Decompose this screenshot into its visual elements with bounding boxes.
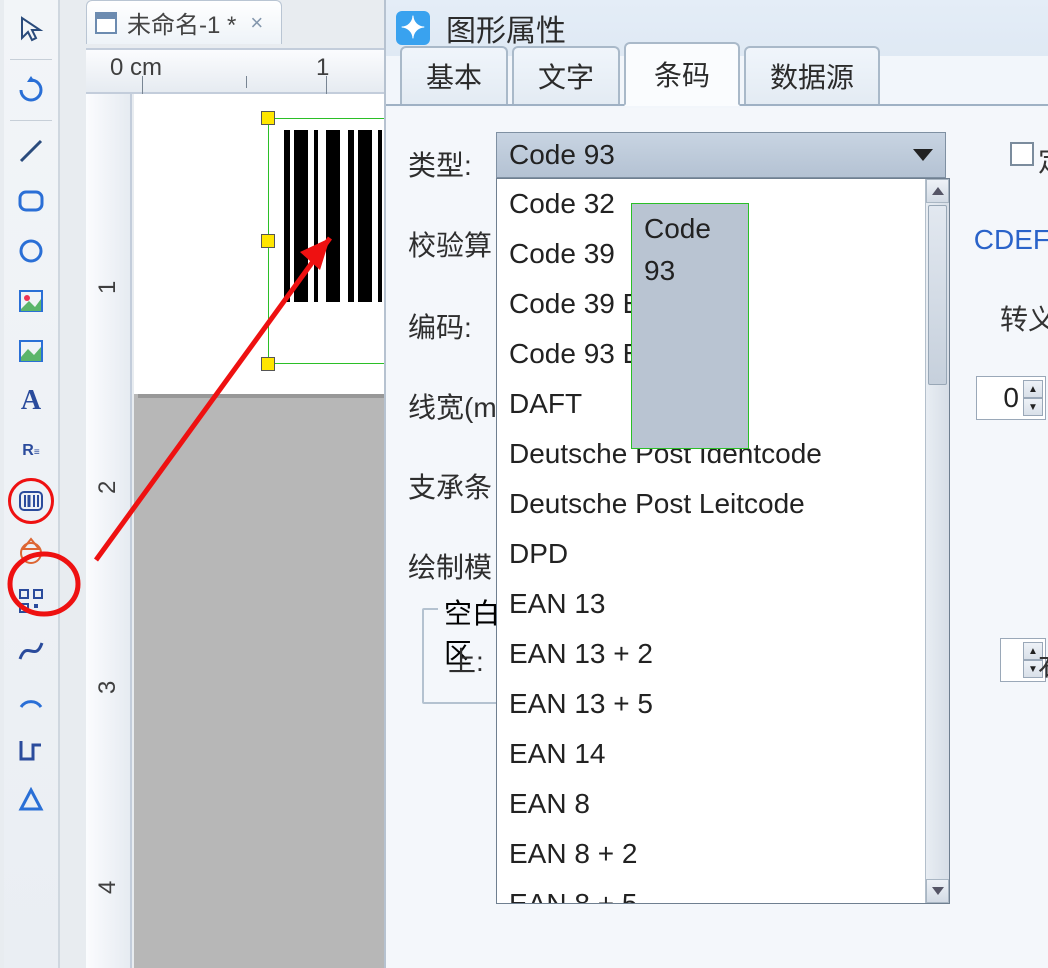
richtext-tool[interactable]: R≡ [8, 428, 54, 474]
toolbar-separator [10, 59, 52, 60]
line-tool[interactable] [8, 128, 54, 174]
resize-handle[interactable] [261, 357, 275, 371]
type-option[interactable]: DPD [497, 529, 949, 579]
ellipse-tool[interactable] [8, 228, 54, 274]
type-option-selected[interactable]: Code 93 [631, 203, 749, 449]
ruler-v-mark: 2 [94, 481, 122, 494]
ruler-v-mark: 4 [94, 881, 122, 894]
shape-tool[interactable] [8, 528, 54, 574]
spinner-down[interactable]: ▼ [1023, 398, 1043, 416]
label-checksum: 校验算 [408, 224, 492, 264]
resize-handle[interactable] [261, 111, 275, 125]
document-tab[interactable]: 未命名-1 * × [86, 0, 282, 44]
custom-checkbox[interactable] [1010, 142, 1034, 166]
type-option[interactable]: EAN 8 [497, 779, 949, 829]
label-encoding: 编码: [408, 306, 472, 346]
type-combo[interactable]: Code 93 [496, 132, 946, 178]
curve-tool[interactable] [8, 628, 54, 674]
spinner-value: 0 [1003, 382, 1019, 414]
ruler-h-mark: 1 [316, 54, 329, 82]
type-option[interactable]: EAN 13 [497, 579, 949, 629]
ruler-origin-label: 0 cm [110, 54, 162, 82]
panel-tabs: 基本 文字 条码 数据源 [386, 56, 1048, 106]
selection-box [268, 118, 386, 364]
type-option[interactable]: EAN 14 [497, 729, 949, 779]
text-cdef-fragment: CDEF [974, 224, 1048, 256]
type-option[interactable]: EAN 8 + 2 [497, 829, 949, 879]
scroll-up-button[interactable] [926, 179, 949, 203]
label-right-fragment: 右 [1038, 644, 1048, 684]
toolbar-separator [10, 120, 52, 121]
spinner-up[interactable]: ▲ [1023, 380, 1043, 398]
image-tool[interactable] [8, 278, 54, 324]
picture-tool[interactable] [8, 328, 54, 374]
ruler-v-mark: 3 [94, 681, 122, 694]
rounded-rect-tool[interactable] [8, 178, 54, 224]
tab-text[interactable]: 文字 [512, 46, 620, 104]
ruler-vertical: 1 2 3 4 [86, 94, 132, 968]
polygon-tool[interactable] [8, 778, 54, 824]
rotate-tool[interactable] [8, 67, 54, 113]
scroll-down-button[interactable] [926, 879, 949, 903]
type-option[interactable]: EAN 13 + 2 [497, 629, 949, 679]
panel-body: 类型: 校验算 编码: 线宽(m 支承条 绘制模 Code 93 定 CDEF … [386, 108, 1048, 968]
label-custom-fragment: 定 [1038, 140, 1048, 180]
properties-panel: ✦ 图形属性 基本 文字 条码 数据源 类型: 校验算 编码: 线宽(m 支承条… [384, 0, 1048, 968]
scroll-thumb[interactable] [928, 205, 947, 385]
window-icon [95, 12, 117, 34]
polyline-tool[interactable] [8, 728, 54, 774]
pointer-tool[interactable] [8, 6, 54, 52]
panel-title-text: 图形属性 [446, 6, 566, 50]
dropdown-scrollbar[interactable] [925, 179, 949, 903]
label-quiet-top: 上: [448, 640, 484, 680]
label-drawmode: 绘制模 [408, 546, 492, 586]
label-type: 类型: [408, 144, 472, 184]
label-bearer: 支承条 [408, 466, 492, 506]
type-dropdown[interactable]: Code 32 Code 39 Code 39 Extended Code 93… [496, 178, 950, 904]
label-escape-fragment: 转义 [1000, 298, 1048, 338]
qrcode-tool[interactable] [8, 578, 54, 624]
label-linewidth: 线宽(m [408, 386, 497, 426]
linewidth-spinner[interactable]: 0 ▲▼ [976, 376, 1046, 420]
tab-datasource[interactable]: 数据源 [744, 46, 880, 104]
close-icon[interactable]: × [250, 10, 263, 36]
type-option[interactable]: EAN 8 + 5 [497, 879, 949, 904]
scroll-track[interactable] [926, 203, 949, 879]
ruler-v-mark: 1 [94, 281, 122, 294]
tab-barcode[interactable]: 条码 [624, 42, 740, 106]
type-option[interactable]: Deutsche Post Leitcode [497, 479, 949, 529]
type-combo-value: Code 93 [509, 139, 615, 171]
document-title: 未命名-1 * [127, 5, 236, 40]
arc-tool[interactable] [8, 678, 54, 724]
left-toolbar: A R≡ [4, 0, 60, 968]
chevron-down-icon [913, 149, 933, 161]
type-option[interactable]: EAN 13 + 5 [497, 679, 949, 729]
panel-icon: ✦ [396, 11, 430, 45]
resize-handle[interactable] [261, 234, 275, 248]
barcode-tool[interactable] [8, 478, 54, 524]
tab-basic[interactable]: 基本 [400, 46, 508, 104]
text-tool[interactable]: A [8, 378, 54, 424]
